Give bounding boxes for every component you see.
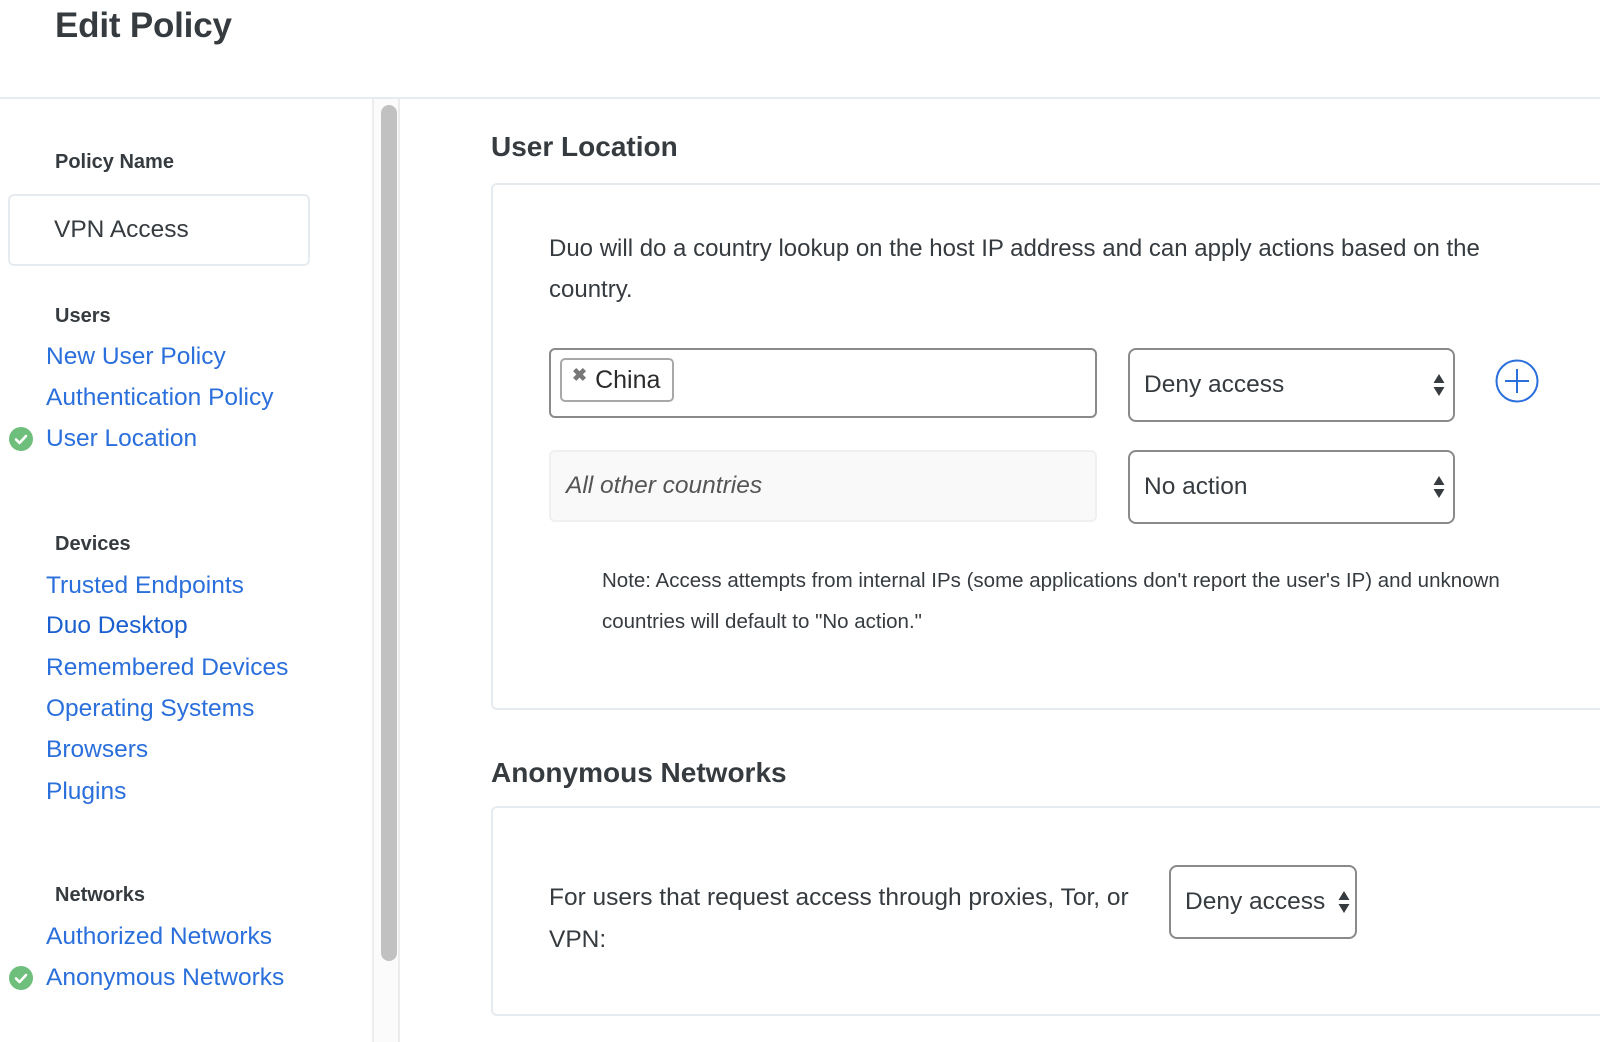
updown-arrows-icon	[1433, 374, 1445, 396]
page-title: Edit Policy	[55, 6, 232, 45]
user-location-title: User Location	[491, 131, 678, 162]
policy-name-label: Policy Name	[55, 151, 174, 173]
sidebar-item-duo-desktop[interactable]: Duo Desktop	[46, 612, 188, 640]
anonymous-networks-action-value: Deny access	[1185, 888, 1326, 915]
sidebar-item-user-location[interactable]: User Location	[46, 425, 197, 453]
rule-action-value: Deny access	[1144, 371, 1285, 398]
add-rule-icon[interactable]	[1495, 359, 1539, 403]
sidebar-item-browsers[interactable]: Browsers	[46, 736, 148, 764]
sidebar-heading-devices: Devices	[55, 533, 131, 555]
anonymous-networks-action-select[interactable]: Deny access	[1169, 865, 1357, 939]
country-tag-label: China	[595, 365, 661, 394]
country-tag: ✖ China	[560, 358, 675, 402]
other-countries-field: All other countries	[549, 450, 1097, 522]
scrollbar-thumb[interactable]	[381, 105, 397, 961]
sidebar-item-authorized-networks[interactable]: Authorized Networks	[46, 923, 272, 951]
sidebar-item-trusted-endpoints[interactable]: Trusted Endpoints	[46, 572, 244, 600]
sidebar-heading-users: Users	[55, 305, 111, 327]
remove-tag-icon[interactable]: ✖	[572, 365, 587, 386]
user-location-note: Note: Access attempts from internal IPs …	[602, 569, 1500, 633]
other-countries-action-value: No action	[1144, 473, 1248, 500]
check-circle-icon	[9, 966, 33, 990]
rule-action-select[interactable]: Deny access	[1128, 348, 1455, 422]
sidebar-item-authentication-policy[interactable]: Authentication Policy	[46, 384, 273, 412]
check-circle-icon	[9, 427, 33, 451]
anonymous-networks-title: Anonymous Networks	[491, 757, 787, 788]
country-select-input[interactable]: ✖ China	[549, 348, 1097, 418]
sidebar-item-remembered-devices[interactable]: Remembered Devices	[46, 654, 288, 682]
other-countries-action-select[interactable]: No action	[1128, 450, 1455, 524]
sidebar-item-plugins[interactable]: Plugins	[46, 778, 126, 806]
sidebar-item-operating-systems[interactable]: Operating Systems	[46, 695, 254, 723]
sidebar-item-anonymous-networks[interactable]: Anonymous Networks	[46, 964, 284, 992]
sidebar-heading-networks: Networks	[55, 884, 146, 906]
user-location-description: Duo will do a country lookup on the host…	[549, 235, 1480, 303]
updown-arrows-icon	[1338, 891, 1350, 913]
sidebar: Policy Name Users New User Policy Authen…	[0, 99, 372, 1042]
updown-arrows-icon	[1433, 476, 1445, 498]
anonymous-networks-description: For users that request access through pr…	[549, 884, 1129, 953]
sidebar-item-new-user-policy[interactable]: New User Policy	[46, 343, 226, 371]
sidebar-scrollbar[interactable]	[372, 99, 400, 1042]
policy-name-input[interactable]	[8, 194, 310, 266]
